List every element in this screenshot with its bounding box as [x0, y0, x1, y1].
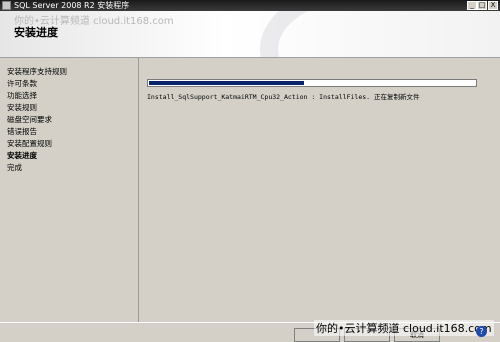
minimize-button[interactable]: _ — [467, 1, 477, 10]
sidebar-item-complete[interactable]: 完成 — [7, 162, 22, 173]
page-header: 你的•云计算频道 cloud.it168.com 安装进度 — [0, 11, 500, 58]
window-titlebar: SQL Server 2008 R2 安装程序 _ □ X — [0, 0, 500, 11]
sidebar-item-setup-support-rules[interactable]: 安装程序支持规则 — [7, 66, 67, 77]
footer-watermark: 你的•云计算频道 cloud.it168.com — [314, 320, 494, 336]
sidebar: 安装程序支持规则 许可条款 功能选择 安装规则 磁盘空间要求 错误报告 安装配置… — [0, 58, 139, 322]
status-text: Install_SqlSupport_KatmaiRTM_Cpu32_Actio… — [147, 93, 420, 101]
sidebar-item-error-reporting[interactable]: 错误报告 — [7, 126, 37, 137]
maximize-button[interactable]: □ — [477, 1, 487, 10]
sidebar-item-installation-rules[interactable]: 安装规则 — [7, 102, 37, 113]
main-panel: Install_SqlSupport_KatmaiRTM_Cpu32_Actio… — [139, 58, 500, 322]
progress-fill — [149, 81, 305, 85]
close-button[interactable]: X — [488, 1, 498, 10]
sidebar-item-feature-selection[interactable]: 功能选择 — [7, 90, 37, 101]
sidebar-item-installation-progress[interactable]: 安装进度 — [7, 150, 37, 161]
install-progress-bar — [147, 79, 477, 87]
header-decoration — [260, 11, 500, 57]
sidebar-item-disk-space[interactable]: 磁盘空间要求 — [7, 114, 52, 125]
sidebar-item-license-terms[interactable]: 许可条款 — [7, 78, 37, 89]
sidebar-item-config-rules[interactable]: 安装配置规则 — [7, 138, 52, 149]
page-title: 安装进度 — [14, 26, 58, 39]
help-icon[interactable]: ? — [476, 326, 487, 337]
window-title: SQL Server 2008 R2 安装程序 — [14, 1, 130, 10]
app-icon — [2, 1, 11, 10]
